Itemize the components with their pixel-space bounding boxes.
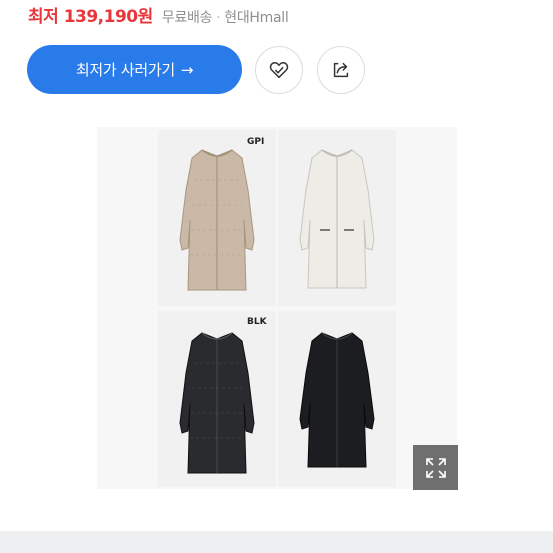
coat-ivory-illustration <box>299 149 375 289</box>
coat-beige-illustration <box>179 149 255 291</box>
coat-variant-black-quilted: BLK <box>158 311 276 487</box>
variant-label-blk: BLK <box>247 317 267 327</box>
heart-icon <box>269 62 289 79</box>
shipping-text: 무료배송 <box>161 10 213 26</box>
product-price-panel: 최저 139,190원 무료배송 · 현대Hmall 최저가 사러가기 → GP… <box>0 0 553 553</box>
arrow-right-icon: → <box>180 60 194 79</box>
buy-button-label: 최저가 사러가기 <box>75 61 175 79</box>
coat-variant-black <box>278 311 396 487</box>
product-image[interactable]: GPI BLK <box>97 127 457 489</box>
expand-icon <box>425 457 446 478</box>
share-icon <box>333 62 349 78</box>
coat-variant-beige: GPI <box>158 130 276 306</box>
price-row: 최저 139,190원 무료배송 · 현대Hmall <box>28 2 289 30</box>
separator-dot: · <box>216 10 221 26</box>
share-button[interactable] <box>317 46 365 94</box>
wishlist-button[interactable] <box>255 46 303 94</box>
buy-lowest-price-button[interactable]: 최저가 사러가기 → <box>27 45 242 94</box>
price-meta: 무료배송 · 현대Hmall <box>162 7 289 27</box>
section-divider <box>0 531 553 553</box>
coat-variant-ivory <box>278 130 396 306</box>
store-name: 현대Hmall <box>224 10 289 26</box>
coat-black-illustration <box>299 332 375 468</box>
expand-image-button[interactable] <box>413 445 458 490</box>
coat-black-quilted-illustration <box>179 332 255 474</box>
variant-label-gpi: GPI <box>247 137 265 147</box>
lowest-price: 최저 139,190원 <box>28 7 153 27</box>
